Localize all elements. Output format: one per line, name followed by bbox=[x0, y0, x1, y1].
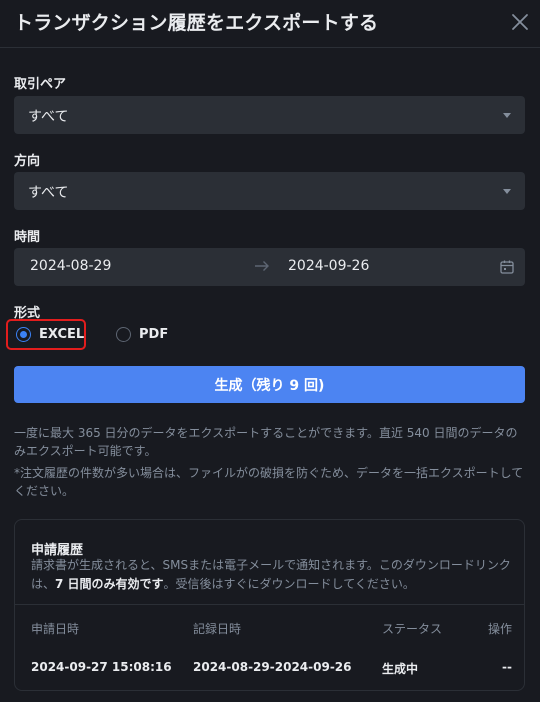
format-option-pdf[interactable]: PDF bbox=[116, 324, 176, 346]
pair-select-value: すべて bbox=[28, 109, 69, 125]
close-icon[interactable] bbox=[509, 11, 531, 33]
row-action: -- bbox=[502, 660, 512, 674]
format-option-label: PDF bbox=[139, 327, 169, 342]
divider bbox=[15, 604, 524, 605]
history-desc-text-end: 。受信後はすぐにダウンロードしてください。 bbox=[163, 577, 415, 591]
column-header-recorded: 記録日時 bbox=[193, 622, 242, 636]
direction-label: 方向 bbox=[14, 154, 41, 169]
column-header-requested: 申請日時 bbox=[31, 622, 80, 636]
bulk-export-note: *注文履歴の件数が多い場合は、ファイルがの破損を防ぐため、データを一括エクスポー… bbox=[14, 466, 524, 498]
generate-button[interactable]: 生成（残り 9 回) bbox=[14, 366, 525, 403]
radio-unselected-icon bbox=[116, 327, 131, 342]
arrow-right-icon bbox=[255, 261, 269, 271]
date-range-picker[interactable]: 2024-08-29 2024-09-26 bbox=[14, 248, 525, 286]
column-header-action: 操作 bbox=[488, 622, 513, 636]
start-date-input[interactable]: 2024-08-29 bbox=[30, 258, 111, 274]
calendar-icon[interactable] bbox=[499, 259, 515, 275]
pair-select[interactable]: すべて bbox=[14, 96, 525, 134]
time-label: 時間 bbox=[14, 230, 41, 245]
highlight-box bbox=[6, 319, 86, 350]
end-date-input[interactable]: 2024-09-26 bbox=[288, 258, 369, 274]
row-status: 生成中 bbox=[382, 662, 419, 676]
chevron-down-icon bbox=[503, 189, 511, 194]
history-description: 請求書が生成されると、SMSまたは電子メールで通知されます。このダウンロードリン… bbox=[31, 556, 513, 594]
row-requested-time: 2024-09-27 15:08:16 bbox=[31, 660, 172, 674]
row-recorded-range: 2024-08-29-2024-09-26 bbox=[193, 660, 352, 674]
direction-select-value: すべて bbox=[28, 185, 69, 201]
history-desc-emphasis: 7 日間のみ有効です bbox=[55, 577, 164, 591]
pair-label: 取引ペア bbox=[14, 77, 67, 92]
column-header-status: ステータス bbox=[382, 622, 443, 636]
dialog-title: トランザクション履歴をエクスポートする bbox=[14, 12, 379, 34]
request-history-card: 申請履歴 請求書が生成されると、SMSまたは電子メールで通知されます。このダウン… bbox=[14, 519, 525, 691]
chevron-down-icon bbox=[503, 113, 511, 118]
direction-select[interactable]: すべて bbox=[14, 172, 525, 210]
dialog-header: トランザクション履歴をエクスポートする bbox=[0, 0, 540, 48]
export-limit-note: 一度に最大 365 日分のデータをエクスポートすることができます。直近 540 … bbox=[14, 426, 518, 458]
